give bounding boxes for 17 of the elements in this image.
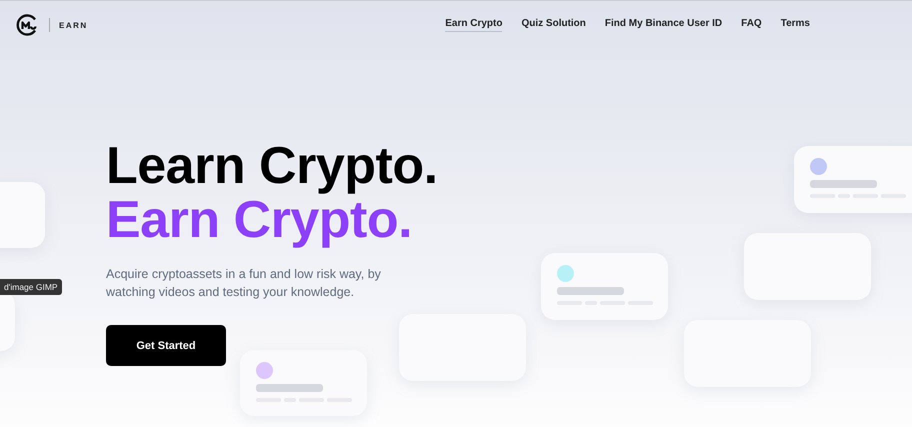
avatar-dot bbox=[256, 362, 273, 379]
brand-label: EARN bbox=[59, 20, 88, 30]
nav-link[interactable]: Earn Crypto bbox=[445, 18, 502, 32]
avatar-dot bbox=[557, 265, 574, 282]
skeleton-bar bbox=[256, 384, 323, 392]
nav-link[interactable]: Terms bbox=[780, 18, 810, 32]
skeleton-bar bbox=[810, 180, 877, 188]
nav-link[interactable]: FAQ bbox=[741, 18, 762, 32]
nav-link[interactable]: Find My Binance User ID bbox=[604, 18, 722, 32]
tooltip: d'image GIMP bbox=[0, 279, 62, 295]
nav-link[interactable]: Quiz Solution bbox=[521, 18, 586, 32]
avatar-dot bbox=[810, 158, 827, 175]
hero-title: Earn Crypto. bbox=[106, 193, 412, 247]
hero-title: Learn Crypto. bbox=[106, 139, 439, 193]
hero-description: Acquire cryptoassets in a fun and low risk way, by watching videos and testing your knowledge. bbox=[106, 266, 382, 301]
get-started-button[interactable]: Get Started bbox=[106, 325, 226, 366]
skeleton-bar bbox=[557, 287, 624, 295]
